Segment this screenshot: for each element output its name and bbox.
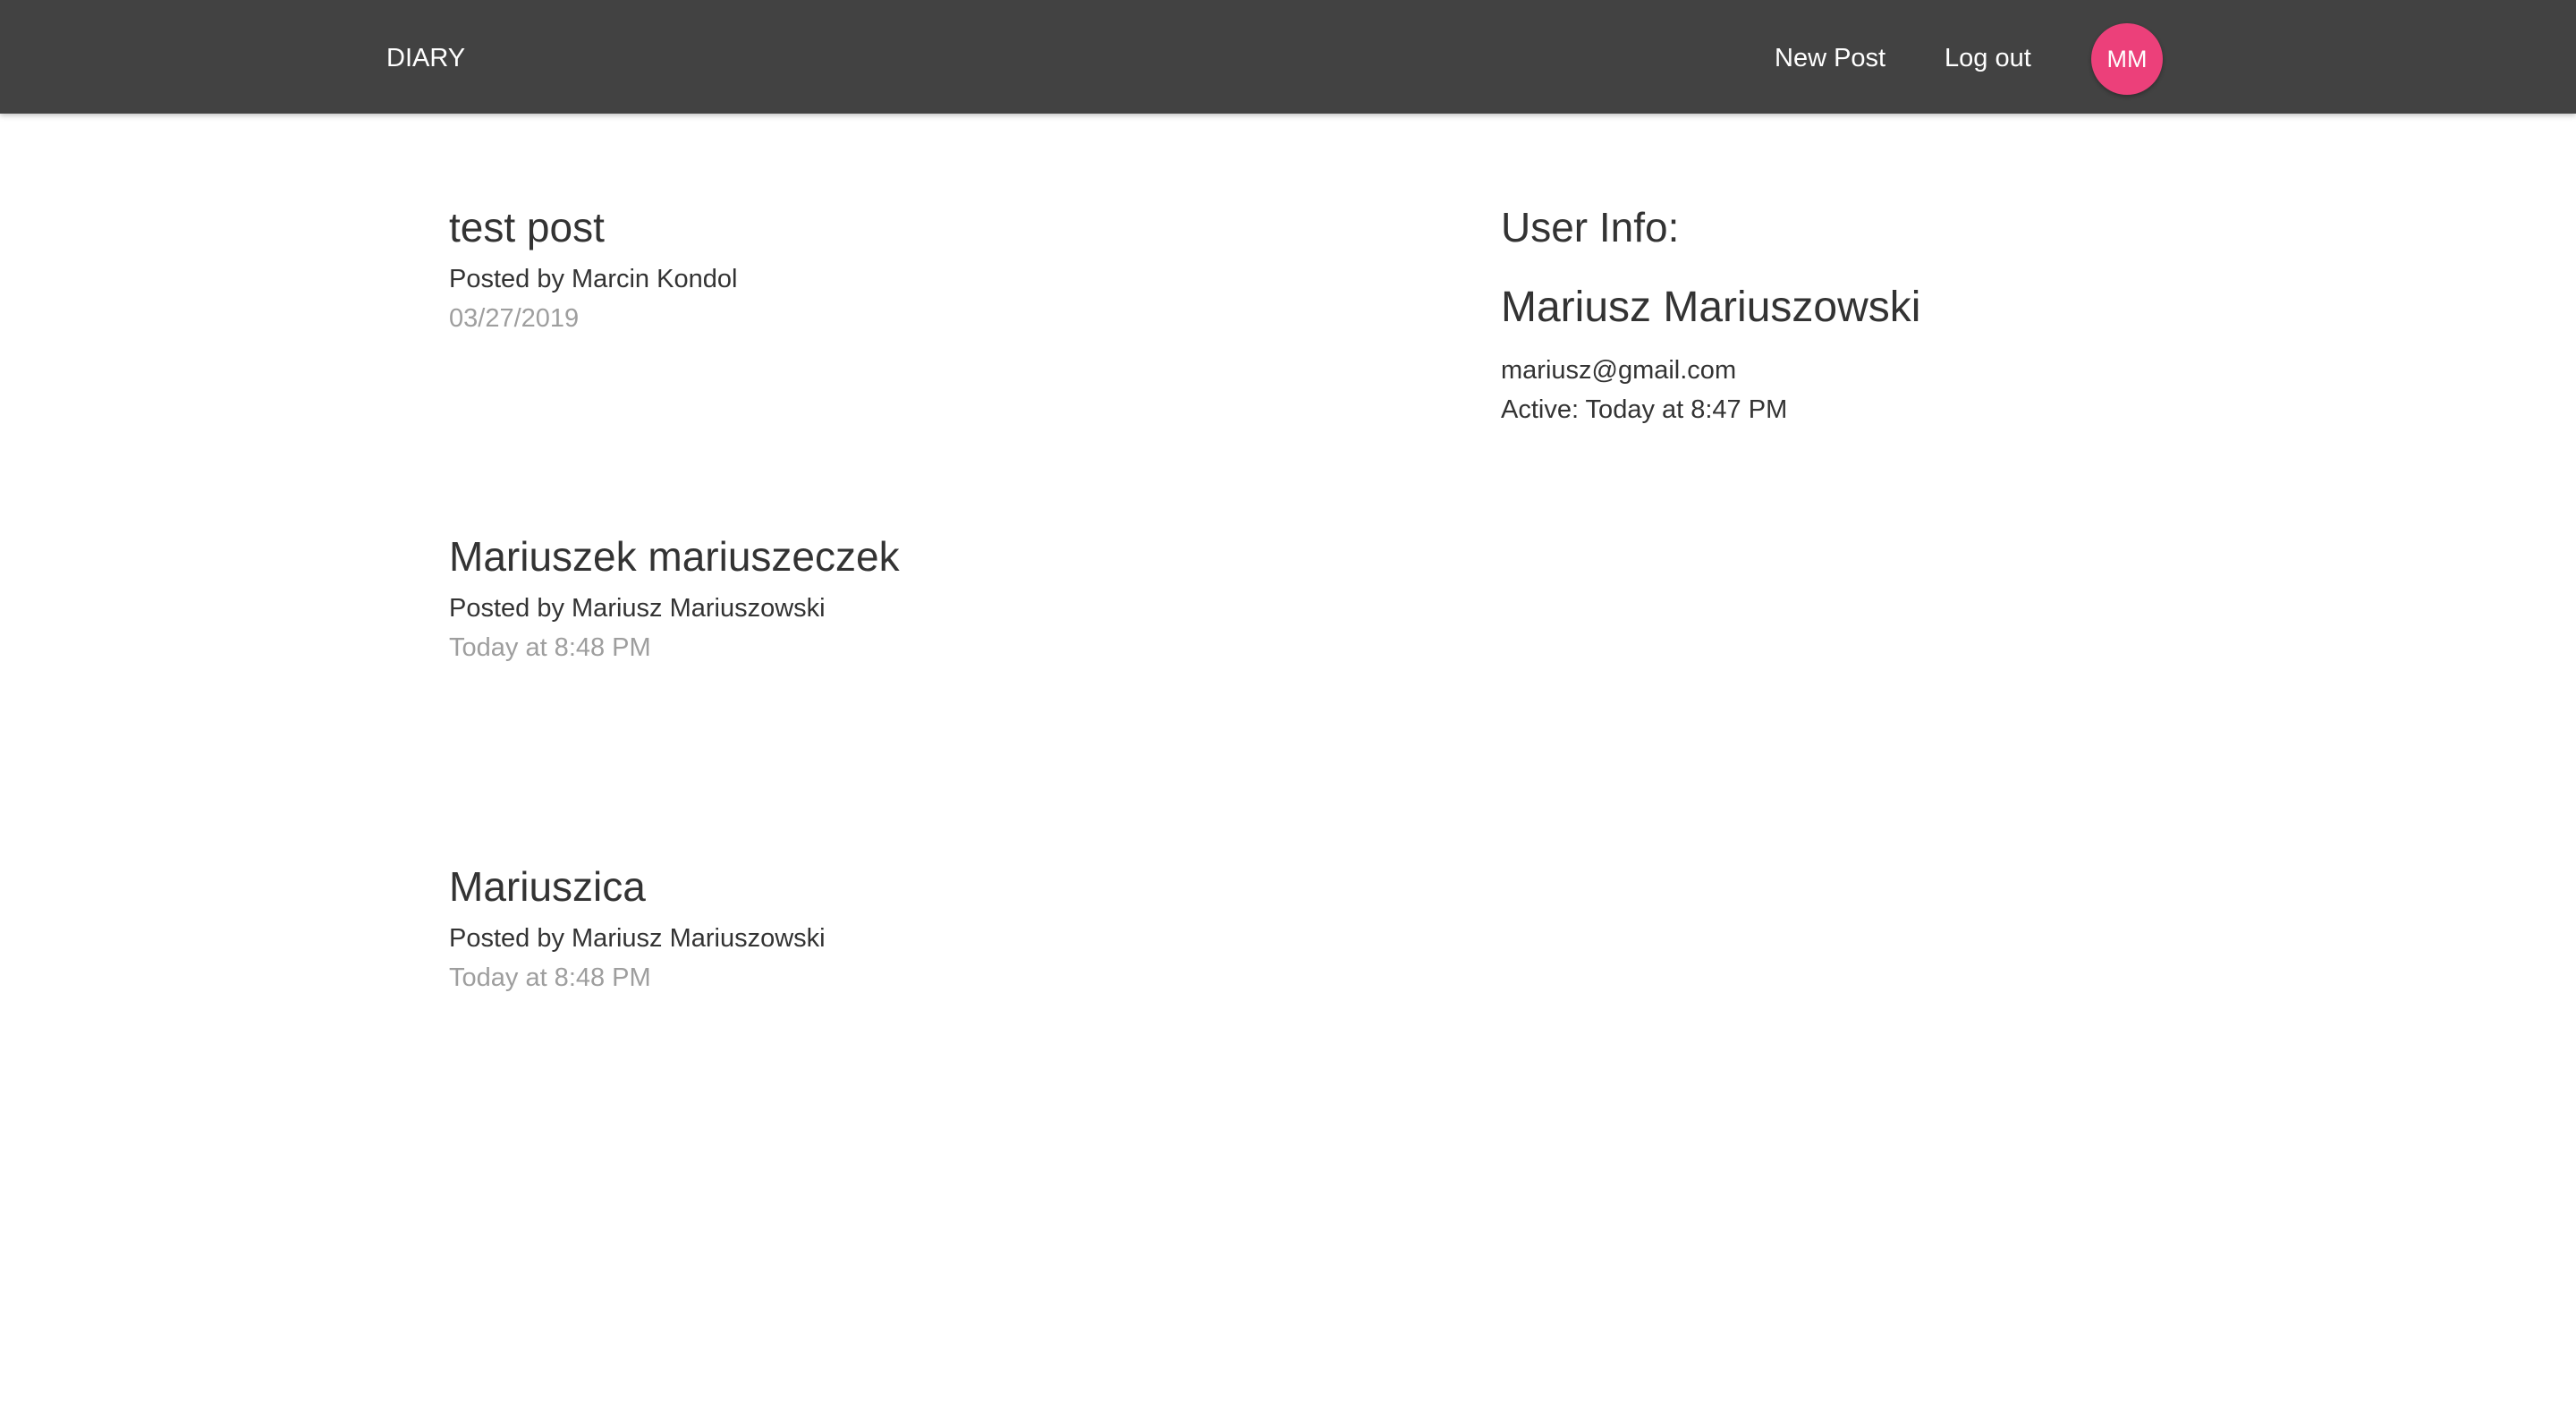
new-post-link[interactable]: New Post xyxy=(1775,40,1885,76)
post-item: Mariuszica Posted by Mariusz Mariuszowsk… xyxy=(449,860,1433,997)
post-item: test post Posted by Marcin Kondol 03/27/… xyxy=(449,200,1433,338)
post-author: Posted by Marcin Kondol xyxy=(449,265,738,293)
top-navbar: DIARY New Post Log out MM xyxy=(0,0,2576,114)
post-item: Mariuszek mariuszeczek Posted by Mariusz… xyxy=(449,530,1433,667)
user-email: mariusz@gmail.com xyxy=(1501,356,1737,385)
post-title[interactable]: Mariuszica xyxy=(449,860,1433,913)
user-info-panel: User Info: Mariusz Mariuszowski mariusz@… xyxy=(1501,200,2306,429)
user-info-heading: User Info: xyxy=(1501,204,1680,250)
brand-logo-link[interactable]: DIARY xyxy=(386,40,465,76)
post-date: Today at 8:48 PM xyxy=(449,963,651,992)
user-avatar[interactable]: MM xyxy=(2091,23,2163,95)
user-active-status: Active: Today at 8:47 PM xyxy=(1501,395,1788,424)
user-name: Mariusz Mariuszowski xyxy=(1501,284,1921,331)
logout-link[interactable]: Log out xyxy=(1945,40,2031,76)
post-date: 03/27/2019 xyxy=(449,304,580,333)
post-author: Posted by Mariusz Mariuszowski xyxy=(449,594,826,623)
post-title[interactable]: test post xyxy=(449,200,1433,254)
post-date: Today at 8:48 PM xyxy=(449,633,651,662)
post-title[interactable]: Mariuszek mariuszeczek xyxy=(449,530,1433,583)
post-author: Posted by Mariusz Mariuszowski xyxy=(449,924,826,953)
